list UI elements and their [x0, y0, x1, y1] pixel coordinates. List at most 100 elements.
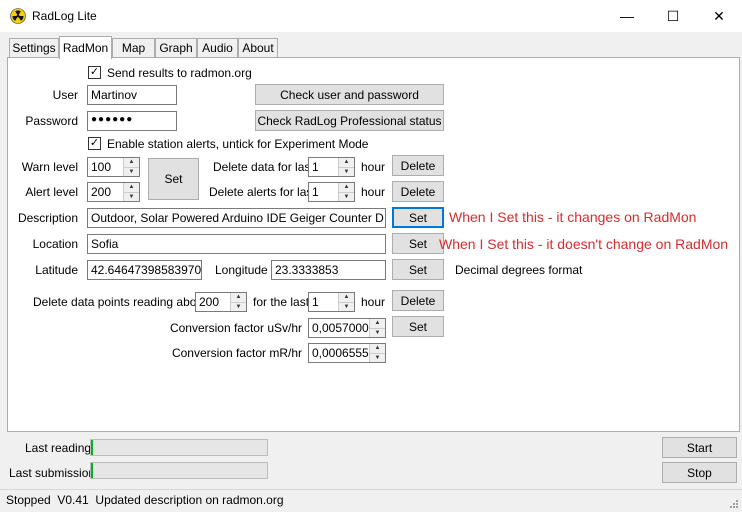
hour-label: hour: [361, 160, 386, 174]
start-button[interactable]: Start: [662, 437, 737, 458]
down-arrow-icon[interactable]: ▼: [124, 191, 139, 201]
last-submission-label: Last submission: [9, 466, 96, 480]
send-results-label: Send results to radmon.org: [107, 66, 252, 80]
delete-alerts-spinner[interactable]: ▲ ▼: [338, 183, 354, 201]
delete-points-spinner[interactable]: ▲ ▼: [230, 293, 246, 311]
up-arrow-icon[interactable]: ▲: [124, 158, 139, 167]
alert-level-label: Alert level: [25, 185, 78, 199]
station-alerts-checkbox[interactable]: ✓: [88, 137, 101, 150]
alert-level-input[interactable]: 200 ▲ ▼: [87, 182, 140, 202]
set-conversion-button[interactable]: Set: [392, 316, 444, 337]
delete-points-button[interactable]: Delete: [392, 290, 444, 311]
last-reading-progress: [90, 439, 268, 456]
minimize-button[interactable]: —: [604, 0, 650, 32]
warn-level-value: 100: [91, 160, 112, 174]
for-last-input[interactable]: 1 ▲ ▼: [308, 292, 355, 312]
password-label: Password: [25, 114, 78, 128]
delete-alerts-input[interactable]: 1 ▲ ▼: [308, 182, 355, 202]
mr-input[interactable]: 0,0006555 ▲ ▼: [308, 343, 386, 363]
hour-label: hour: [361, 185, 386, 199]
close-button[interactable]: ✕: [696, 0, 742, 32]
warn-level-input[interactable]: 100 ▲ ▼: [87, 157, 140, 177]
station-alerts-label: Enable station alerts, untick for Experi…: [107, 137, 369, 151]
latitude-label: Latitude: [35, 263, 78, 277]
maximize-button[interactable]: ☐: [650, 0, 696, 32]
delete-alerts-value: 1: [312, 185, 319, 199]
up-arrow-icon[interactable]: ▲: [124, 183, 139, 192]
down-arrow-icon[interactable]: ▼: [339, 191, 354, 201]
mr-spinner[interactable]: ▲ ▼: [369, 344, 385, 362]
usv-value: 0,0057000: [312, 321, 369, 335]
send-results-checkbox[interactable]: ✓: [88, 66, 101, 79]
window-title: RadLog Lite: [32, 9, 97, 23]
password-input[interactable]: ●●●●●●: [87, 111, 177, 131]
for-last-spinner[interactable]: ▲ ▼: [338, 293, 354, 311]
mr-value: 0,0006555: [312, 346, 369, 360]
tab-radmon[interactable]: RadMon: [59, 36, 112, 59]
tab-about[interactable]: About: [238, 38, 278, 57]
user-input[interactable]: Martinov: [87, 85, 177, 105]
up-arrow-icon[interactable]: ▲: [370, 319, 385, 328]
alert-level-value: 200: [91, 185, 112, 199]
up-arrow-icon[interactable]: ▲: [339, 293, 354, 302]
delete-data-value: 1: [312, 160, 319, 174]
delete-data-input[interactable]: 1 ▲ ▼: [308, 157, 355, 177]
down-arrow-icon[interactable]: ▼: [339, 301, 354, 311]
delete-data-button[interactable]: Delete: [392, 155, 444, 176]
alert-level-spinner[interactable]: ▲ ▼: [123, 183, 139, 201]
warn-level-spinner[interactable]: ▲ ▼: [123, 158, 139, 176]
location-input[interactable]: Sofia: [87, 234, 386, 254]
description-label: Description: [17, 211, 78, 225]
for-last-value: 1: [312, 295, 319, 309]
tab-audio[interactable]: Audio: [197, 38, 238, 57]
usv-label: Conversion factor uSv/hr: [169, 321, 302, 335]
location-label: Location: [32, 237, 78, 251]
down-arrow-icon[interactable]: ▼: [231, 301, 246, 311]
description-annotation: When I Set this - it changes on RadMon: [449, 209, 697, 225]
delete-points-value: 200: [199, 295, 220, 309]
delete-data-label: Delete data for last: [213, 160, 314, 174]
status-text: Stopped V0.41 Updated description on rad…: [6, 493, 284, 507]
description-input[interactable]: Outdoor, Solar Powered Arduino IDE Geige…: [87, 208, 386, 228]
check-pro-button[interactable]: Check RadLog Professional status: [255, 110, 444, 131]
up-arrow-icon[interactable]: ▲: [339, 183, 354, 192]
delete-points-input[interactable]: 200 ▲ ▼: [195, 292, 247, 312]
decimal-format-note: Decimal degrees format: [455, 263, 583, 277]
delete-points-label: Delete data points reading above: [33, 295, 210, 309]
checkmark-icon: ✓: [89, 137, 100, 149]
set-description-button[interactable]: Set: [392, 207, 444, 228]
longitude-label: Longitude: [215, 263, 268, 277]
resize-grip-icon[interactable]: [728, 498, 739, 509]
set-location-button[interactable]: Set: [392, 233, 444, 254]
set-levels-button[interactable]: Set: [148, 158, 199, 200]
down-arrow-icon[interactable]: ▼: [339, 166, 354, 176]
user-label: User: [52, 88, 78, 102]
down-arrow-icon[interactable]: ▼: [370, 352, 385, 362]
last-submission-progress: [90, 462, 268, 479]
title-bar[interactable]: RadLog Lite — ☐ ✕: [0, 0, 742, 32]
tab-graph[interactable]: Graph: [155, 38, 197, 57]
down-arrow-icon[interactable]: ▼: [124, 166, 139, 176]
tab-settings[interactable]: Settings: [9, 38, 59, 57]
usv-input[interactable]: 0,0057000 ▲ ▼: [308, 318, 386, 338]
maximize-icon: ☐: [666, 7, 680, 24]
up-arrow-icon[interactable]: ▲: [370, 344, 385, 353]
delete-alerts-button[interactable]: Delete: [392, 181, 444, 202]
close-icon: ✕: [713, 7, 725, 24]
location-annotation: When I Set this - it doesn't change on R…: [439, 236, 729, 252]
up-arrow-icon[interactable]: ▲: [231, 293, 246, 302]
minimize-icon: —: [620, 8, 634, 24]
longitude-input[interactable]: 23.3333853: [271, 260, 386, 280]
radiation-icon: [10, 8, 26, 24]
tab-map[interactable]: Map: [112, 38, 155, 57]
up-arrow-icon[interactable]: ▲: [339, 158, 354, 167]
down-arrow-icon[interactable]: ▼: [370, 327, 385, 337]
usv-spinner[interactable]: ▲ ▼: [369, 319, 385, 337]
checkmark-icon: ✓: [89, 66, 100, 78]
check-user-button[interactable]: Check user and password: [255, 84, 444, 105]
stop-button[interactable]: Stop: [662, 462, 737, 483]
latitude-input[interactable]: 42.646473985839705: [87, 260, 202, 280]
delete-data-spinner[interactable]: ▲ ▼: [338, 158, 354, 176]
set-coordinates-button[interactable]: Set: [392, 259, 444, 280]
status-bar: Stopped V0.41 Updated description on rad…: [0, 489, 742, 512]
